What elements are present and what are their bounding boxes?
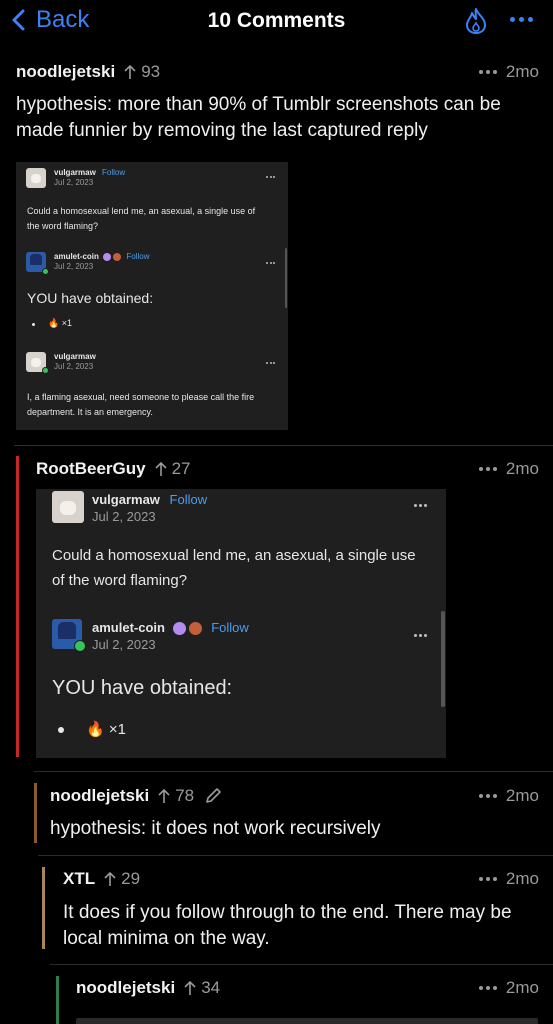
comment-username[interactable]: XTL (63, 869, 95, 889)
arrow-up-icon (155, 461, 167, 476)
vote-score[interactable]: 78 (157, 786, 194, 806)
post-username: vulgarmaw (54, 352, 96, 361)
comment-meta: 2mo (478, 60, 539, 84)
divider (50, 964, 553, 965)
top-bar: Back 10 Comments (0, 0, 553, 44)
ellipsis-icon (266, 262, 275, 264)
scrollbar[interactable] (441, 611, 445, 707)
comment-time: 2mo (505, 869, 539, 888)
arrow-up-icon (158, 788, 170, 803)
ellipsis-icon (414, 504, 427, 507)
ellipsis-icon (510, 17, 515, 22)
thread-line (56, 976, 59, 1024)
comment-header: noodlejetski 78 (50, 784, 222, 808)
more-options-button[interactable] (510, 17, 533, 22)
arrow-up-icon (104, 871, 116, 886)
comment-text: hypothesis: more than 90% of Tumblr scre… (16, 94, 501, 141)
vote-score[interactable]: 93 (123, 62, 160, 82)
comment-username[interactable]: noodlejetski (76, 978, 175, 998)
item-count: 🔥 ×1 (48, 318, 72, 328)
post-username: vulgarmaw (92, 492, 160, 507)
ellipsis-icon (266, 362, 275, 364)
comment-username[interactable]: noodlejetski (50, 786, 149, 806)
post-date: Jul 2, 2023 (92, 637, 156, 652)
post-header: vulgarmaw Jul 2, 2023 (26, 352, 96, 372)
arrow-up-icon (124, 64, 136, 79)
embedded-screenshot[interactable]: vulgarmaw Follow Jul 2, 2023 Could a hom… (16, 162, 288, 430)
post-text: YOU have obtained: (52, 677, 233, 699)
vote-score[interactable]: 29 (103, 869, 140, 889)
comment-meta: 2mo (478, 867, 539, 891)
post-text: YOU have obtained: (27, 290, 154, 306)
comment-header: noodlejetski 34 (76, 976, 220, 1000)
avatar (52, 491, 84, 523)
comment-header: RootBeerGuy 27 (36, 457, 191, 481)
comment-username[interactable]: RootBeerGuy (36, 459, 146, 479)
ellipsis-icon[interactable] (478, 877, 500, 881)
comment-time: 2mo (505, 459, 539, 478)
post-text: Could a homosexual lend me, an asexual, … (27, 206, 256, 231)
thread-line (34, 783, 37, 843)
comment-meta: 2mo (478, 976, 539, 1000)
post-username: vulgarmaw (54, 168, 96, 177)
comment-header: noodlejetski 93 (16, 60, 160, 84)
ellipsis-icon[interactable] (478, 70, 500, 74)
post-username: amulet-coin (54, 252, 99, 261)
thread-line (16, 456, 19, 757)
ellipsis-icon (266, 176, 275, 178)
thread-line (42, 867, 45, 949)
avatar (26, 168, 46, 188)
ellipsis-icon[interactable] (478, 467, 500, 471)
divider (14, 445, 553, 446)
ellipsis-icon (414, 634, 427, 637)
divider (34, 771, 553, 772)
follow-link: Follow (102, 168, 126, 177)
post-date: Jul 2, 2023 (54, 178, 94, 187)
comment-time: 2mo (505, 62, 539, 81)
comment-time: 2mo (505, 978, 539, 997)
comment-time: 2mo (505, 786, 539, 805)
post-date: Jul 2, 2023 (54, 362, 94, 371)
follow-link: Follow (126, 252, 150, 261)
post-text: I, a flaming asexual, need someone to pl… (27, 392, 255, 417)
flame-icon[interactable] (464, 7, 488, 35)
pencil-icon (206, 788, 221, 803)
post-text: Could a homosexual lend me, an asexual, … (52, 547, 416, 589)
embedded-screenshot[interactable] (76, 1018, 538, 1024)
divider (38, 855, 553, 856)
ellipsis-icon[interactable] (478, 794, 500, 798)
vote-score[interactable]: 34 (183, 978, 220, 998)
follow-link: Follow (211, 620, 249, 635)
arrow-up-icon (184, 980, 196, 995)
comment-meta: 2mo (478, 784, 539, 808)
post-header: vulgarmaw Follow Jul 2, 2023 (26, 168, 125, 188)
post-date: Jul 2, 2023 (54, 262, 94, 271)
scrollbar[interactable] (285, 248, 287, 308)
ellipsis-icon[interactable] (478, 986, 500, 990)
item-count: 🔥 ×1 (86, 721, 126, 738)
post-header: vulgarmaw Follow Jul 2, 2023 (52, 491, 207, 525)
vote-score[interactable]: 27 (154, 459, 191, 479)
embedded-screenshot[interactable]: vulgarmaw Follow Jul 2, 2023 Could a hom… (36, 489, 446, 758)
post-username: amulet-coin (92, 620, 165, 635)
post-date: Jul 2, 2023 (92, 509, 156, 524)
comment-username[interactable]: noodlejetski (16, 62, 115, 82)
follow-link: Follow (169, 492, 208, 507)
comment-text: It does if you follow through to the end… (63, 902, 512, 949)
comment-meta: 2mo (478, 457, 539, 481)
comment-text: hypothesis: it does not work recursively (50, 818, 381, 839)
comment-header: XTL 29 (63, 867, 140, 891)
